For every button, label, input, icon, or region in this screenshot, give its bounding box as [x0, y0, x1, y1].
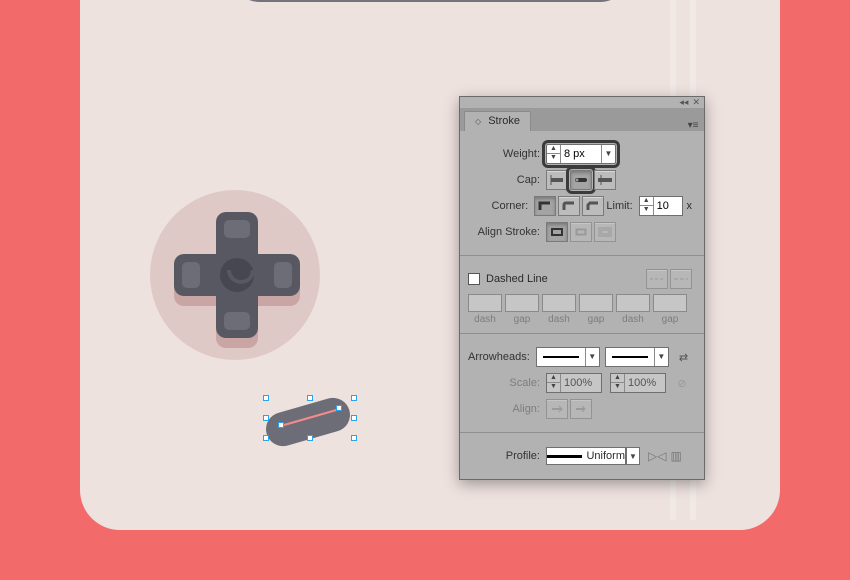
dash-input[interactable] — [616, 294, 650, 312]
weight-input[interactable]: ▲▼ ▼ — [546, 144, 616, 164]
arrowheads-label: Arrowheads: — [468, 351, 536, 363]
bbox-handle[interactable] — [263, 395, 269, 401]
limit-label: Limit: — [604, 200, 638, 212]
bbox-handle[interactable] — [263, 435, 269, 441]
dash-align-group — [646, 269, 692, 289]
align-outside-button[interactable] — [594, 222, 616, 242]
limit-field[interactable] — [654, 197, 680, 215]
weight-label: Weight: — [468, 148, 546, 160]
corner-bevel-button[interactable] — [582, 196, 604, 216]
corner-miter-button[interactable] — [534, 196, 556, 216]
scale-label: Scale: — [468, 377, 546, 389]
dash-input[interactable] — [542, 294, 576, 312]
selection-bounding-box — [266, 398, 354, 438]
cycle-icon: ◇ — [475, 117, 481, 126]
profile-dropdown[interactable]: Uniform — [546, 447, 626, 465]
dpad — [174, 212, 300, 338]
arrow-align-tip-button[interactable] — [570, 399, 592, 419]
arrow-align-label: Align: — [468, 403, 546, 415]
limit-input[interactable]: ▲▼ — [639, 196, 683, 216]
dash-align-corners-button[interactable] — [670, 269, 692, 289]
bbox-handle[interactable] — [307, 435, 313, 441]
panel-header-bar[interactable]: ◂◂ ✕ — [460, 97, 704, 109]
arrow-align-extend-button[interactable] — [546, 399, 568, 419]
swap-arrowheads-icon[interactable]: ⇄ — [675, 347, 692, 367]
gap-input[interactable] — [579, 294, 613, 312]
cap-butt-button[interactable] — [546, 170, 568, 190]
close-icon[interactable]: ✕ — [692, 97, 700, 108]
cap-projecting-button[interactable] — [594, 170, 616, 190]
stepper-arrows[interactable]: ▲▼ — [640, 197, 654, 215]
cap-button-group — [546, 170, 616, 190]
section-arrowheads: Arrowheads: ▼ ▼ ⇄ Scale: ▲▼ ▲▼ ⊘ — [460, 334, 704, 433]
profile-flip-icons: ▷◁ ▥ — [648, 449, 682, 463]
dpad-notch — [224, 220, 250, 238]
gap-input[interactable] — [505, 294, 539, 312]
dpad-notch — [224, 312, 250, 330]
align-inside-button[interactable] — [570, 222, 592, 242]
collapse-icon[interactable]: ◂◂ — [679, 97, 688, 108]
dash-gap-inputs: dash gap dash gap dash gap — [468, 294, 692, 325]
stroke-panel: ◂◂ ✕ ◇ Stroke ▾≡ Weight: ▲▼ ▼ Cap: — [459, 96, 705, 480]
bbox-handle[interactable] — [351, 435, 357, 441]
tab-label: Stroke — [488, 115, 520, 127]
dashed-line-label: Dashed Line — [486, 273, 548, 285]
profile-chevron-icon[interactable]: ▼ — [626, 447, 640, 465]
align-stroke-group — [546, 222, 616, 242]
bbox-handle[interactable] — [351, 415, 357, 421]
scale-start-field[interactable] — [561, 374, 601, 392]
flip-along-icon[interactable]: ▷◁ — [648, 449, 666, 463]
arrowhead-start-dropdown[interactable]: ▼ — [536, 347, 600, 367]
stepper-arrows[interactable]: ▲▼ — [547, 145, 561, 163]
dpad-notch — [182, 262, 200, 288]
align-stroke-label: Align Stroke: — [468, 226, 546, 238]
align-center-button[interactable] — [546, 222, 568, 242]
dash-preserve-button[interactable] — [646, 269, 668, 289]
section-profile: Profile: Uniform ▼ ▷◁ ▥ — [460, 433, 704, 479]
panel-flyout-menu-icon[interactable]: ▾≡ — [682, 120, 704, 131]
dash-input[interactable] — [468, 294, 502, 312]
arrowhead-end-dropdown[interactable]: ▼ — [605, 347, 669, 367]
arrow-scale-start[interactable]: ▲▼ — [546, 373, 602, 393]
dpad-center — [220, 258, 254, 292]
profile-label: Profile: — [468, 450, 546, 462]
corner-round-button[interactable] — [558, 196, 580, 216]
bbox-handle[interactable] — [351, 395, 357, 401]
panel-tabbar: ◇ Stroke ▾≡ — [460, 109, 704, 131]
corner-button-group — [534, 196, 604, 216]
tab-stroke[interactable]: ◇ Stroke — [464, 111, 531, 131]
link-scale-icon[interactable]: ⊘ — [672, 373, 692, 393]
corner-label: Corner: — [468, 200, 534, 212]
limit-suffix: x — [687, 200, 693, 212]
weight-field[interactable] — [561, 145, 601, 163]
flip-across-icon[interactable]: ▥ — [670, 449, 681, 463]
bbox-handle[interactable] — [307, 395, 313, 401]
arrow-scale-end[interactable]: ▲▼ — [610, 373, 666, 393]
screen-frame — [230, 0, 630, 2]
weight-dropdown-icon[interactable]: ▼ — [601, 145, 615, 163]
scale-end-field[interactable] — [625, 374, 665, 392]
profile-value: Uniform — [586, 450, 625, 462]
cap-round-button[interactable] — [570, 170, 592, 190]
dashed-line-checkbox[interactable] — [468, 273, 480, 285]
chevron-down-icon: ▼ — [585, 348, 599, 366]
cap-label: Cap: — [468, 174, 546, 186]
section-stroke-basics: Weight: ▲▼ ▼ Cap: Corner: — [460, 131, 704, 256]
section-dashed: Dashed Line dash gap dash gap dash gap — [460, 256, 704, 334]
gap-input[interactable] — [653, 294, 687, 312]
bbox-handle[interactable] — [263, 415, 269, 421]
chevron-down-icon: ▼ — [654, 348, 668, 366]
dpad-notch — [274, 262, 292, 288]
